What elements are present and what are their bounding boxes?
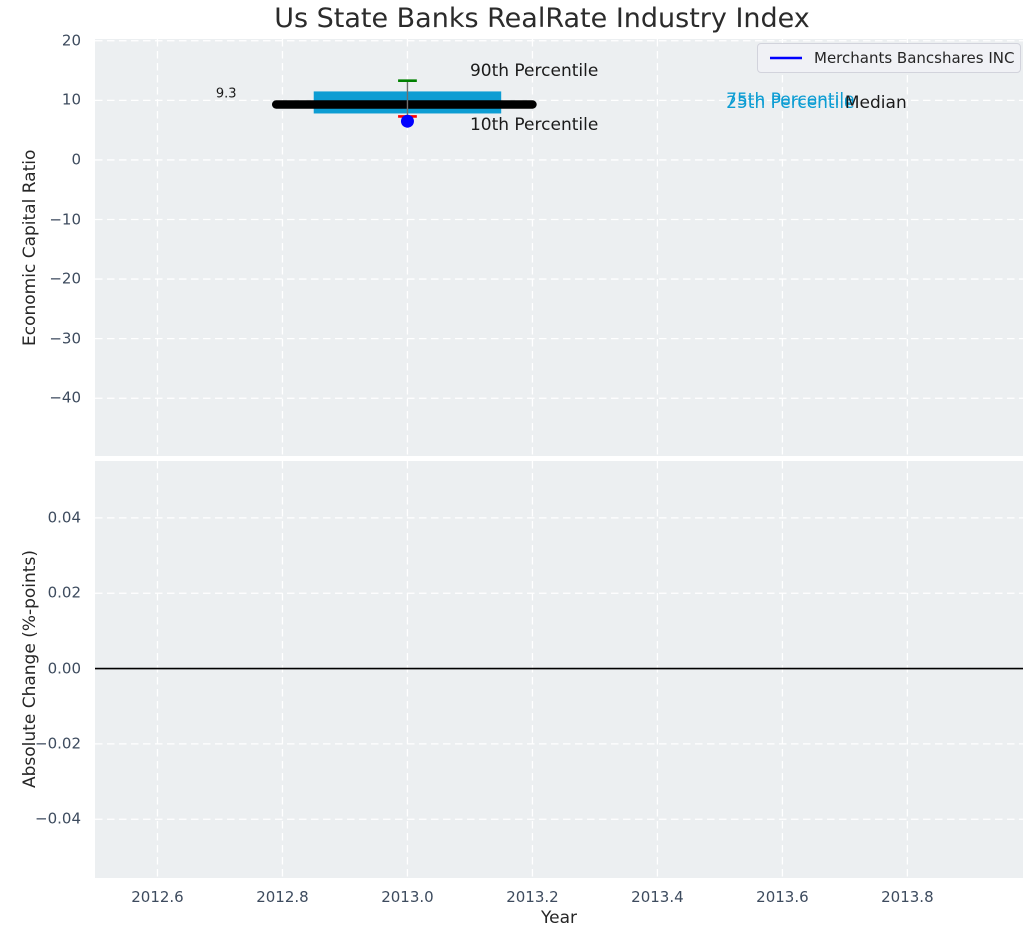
y-tick-label: 0.02 [47,583,81,602]
x-tick-label: 2012.8 [256,888,309,906]
y-tick-label: 0 [71,150,81,169]
x-tick-label: 2013.8 [881,888,934,906]
x-tick-label: 2013.4 [631,888,684,906]
x-tick-label: 2013.0 [381,888,434,906]
x-axis-label-year: Year [541,908,577,928]
x-tick-label: 2012.6 [131,888,184,906]
p25-annotation: 25th Percentile [726,93,855,114]
legend-box: Merchants Bancshares INC [757,43,1021,73]
y-tick-label: 20 [61,31,81,50]
y-tick-label: 10 [61,90,81,109]
median-annotation: Median [844,93,907,114]
y-tick-label: −40 [49,388,81,407]
legend-label: Merchants Bancshares INC [814,49,1015,67]
chart-title: Us State Banks RealRate Industry Index [274,3,810,34]
y-tick-label: −20 [49,269,81,288]
y-tick-label: −0.02 [35,734,81,753]
chart-figure: Us State Banks RealRate Industry Index E… [0,0,1034,942]
axes-absolute-change [95,461,1023,878]
median-value-label: 9.3 [215,86,237,102]
bottom-plot-canvas [95,461,1023,878]
y-tick-label: 0.00 [47,659,81,678]
y-tick-label: −30 [49,329,81,348]
legend-line-icon [770,56,802,60]
y-tick-label: −0.04 [35,809,81,828]
y-tick-label: −10 [49,210,81,229]
y-tick-label: 0.04 [47,508,81,527]
p90-annotation: 90th Percentile [469,61,599,82]
company-data-point [400,114,414,128]
x-tick-label: 2013.2 [506,888,559,906]
x-tick-label: 2013.6 [756,888,809,906]
y-axis-label-economic-capital-ratio: Economic Capital Ratio [20,149,40,346]
p10-annotation: 10th Percentile [469,114,599,135]
